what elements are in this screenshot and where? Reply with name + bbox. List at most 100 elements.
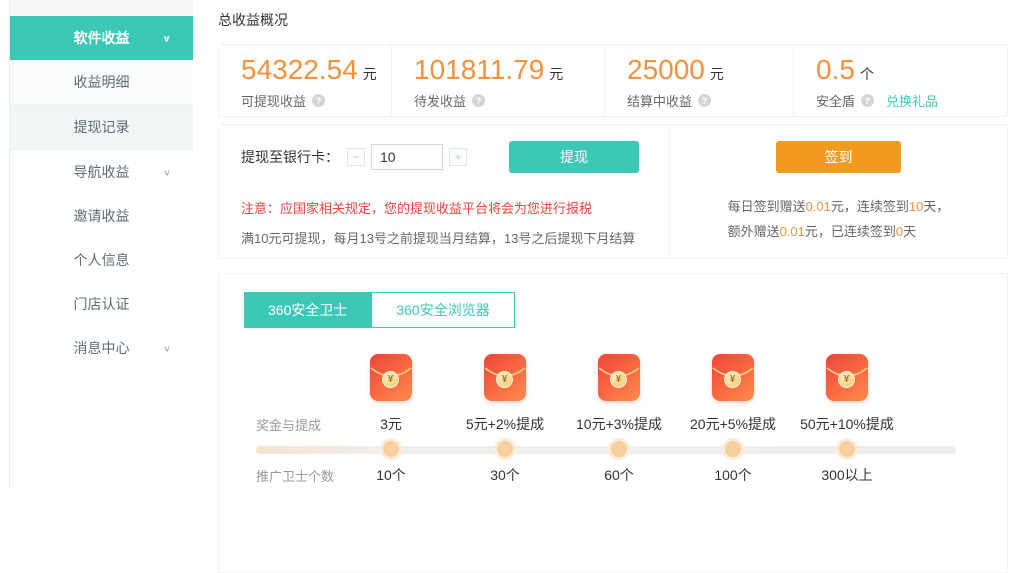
stat-unit: 个 xyxy=(860,66,874,82)
withdraw-label: 提现至银行卡： xyxy=(241,147,339,167)
chevron-down-icon: ∨ xyxy=(163,343,171,353)
sidebar-item-label: 收益明细 xyxy=(74,72,130,92)
bonus-row: 奖金与提成 3元 5元+2%提成 10元+3%提成 20元+5%提成 50元+1… xyxy=(256,414,1007,434)
sidebar-item-software-revenue[interactable]: 软件收益 ∨ xyxy=(10,16,193,60)
sidebar-item-label: 软件收益 xyxy=(74,28,130,48)
stat-value: 0.5 xyxy=(816,54,855,85)
envelope-row: ¥ ¥ ¥ ¥ ¥ xyxy=(256,354,1007,401)
sidebar-item-label: 邀请收益 xyxy=(74,206,130,226)
bonus-value: 5元+2%提成 xyxy=(448,414,562,434)
sidebar-item-revenue-detail[interactable]: 收益明细 xyxy=(10,60,193,105)
count-row: 推广卫士个数 10个 30个 60个 100个 300以上 xyxy=(256,465,1007,485)
help-icon[interactable]: ? xyxy=(312,94,325,107)
decrease-button[interactable]: − xyxy=(347,148,365,166)
signin-rule-line1: 每日签到赠送0.01元，连续签到10天， xyxy=(728,194,950,219)
stat-pending: 101811.79 元 待发收益? xyxy=(391,45,604,116)
milestone-dot-icon xyxy=(383,441,399,457)
bonus-value: 20元+5%提成 xyxy=(676,414,790,434)
stat-security-shield: 0.5 个 安全盾? 兑换礼品 xyxy=(793,45,1007,116)
count-value: 300以上 xyxy=(790,465,904,485)
stat-label: 待发收益 xyxy=(414,91,466,110)
sidebar-item-label: 门店认证 xyxy=(74,294,130,314)
coin-icon: ¥ xyxy=(382,371,399,388)
stat-value: 25000 xyxy=(627,54,705,85)
help-icon[interactable]: ? xyxy=(861,94,874,107)
sidebar-item-navigation-revenue[interactable]: 导航收益 ∨ xyxy=(10,150,193,194)
sidebar-item-personal-info[interactable]: 个人信息 xyxy=(10,238,193,282)
sidebar-item-message-center[interactable]: 消息中心 ∨ xyxy=(10,326,193,370)
tier-envelope: ¥ xyxy=(790,354,904,401)
stat-unit: 元 xyxy=(710,66,724,82)
red-envelope-icon: ¥ xyxy=(598,354,640,401)
tier-envelope: ¥ xyxy=(334,354,448,401)
stat-label: 安全盾 xyxy=(816,91,855,110)
count-value: 10个 xyxy=(334,465,448,485)
sidebar-top-strip xyxy=(10,0,193,16)
milestone-dot-icon xyxy=(611,441,627,457)
promotion-card: 360安全卫士 360安全浏览器 ¥ ¥ ¥ ¥ ¥ 奖金与提成 3元 5元+2… xyxy=(218,273,1008,573)
sidebar-item-label: 导航收益 xyxy=(74,162,130,182)
withdraw-signin-card: 提现至银行卡： − + 提现 注意：应国家相关规定，您的提现收益平台将会为您进行… xyxy=(218,124,1008,259)
sidebar-item-label: 消息中心 xyxy=(74,338,130,358)
bonus-value: 3元 xyxy=(334,414,448,434)
tier-envelope: ¥ xyxy=(448,354,562,401)
sidebar-item-store-certification[interactable]: 门店认证 xyxy=(10,282,193,326)
coin-icon: ¥ xyxy=(496,371,513,388)
red-envelope-icon: ¥ xyxy=(370,354,412,401)
coin-icon: ¥ xyxy=(838,371,855,388)
sidebar-item-label: 提现记录 xyxy=(74,117,130,137)
tax-warning-text: 注意：应国家相关规定，您的提现收益平台将会为您进行报税 xyxy=(241,198,669,217)
chevron-down-icon: ∨ xyxy=(162,33,171,43)
bonus-value: 10元+3%提成 xyxy=(562,414,676,434)
left-gutter xyxy=(0,0,10,489)
signin-section: 签到 每日签到赠送0.01元，连续签到10天， 额外赠送0.01元，已连续签到0… xyxy=(669,125,1007,258)
stat-label: 结算中收益 xyxy=(627,91,692,110)
amount-input[interactable] xyxy=(371,144,443,170)
tab-safeguard[interactable]: 360安全卫士 xyxy=(244,292,371,328)
redeem-gift-link[interactable]: 兑换礼品 xyxy=(886,91,938,110)
page: 软件收益 ∨ 收益明细 提现记录 导航收益 ∨ 邀请收益 个人信息 门店认证 消… xyxy=(0,0,1016,489)
milestone-track-row xyxy=(256,441,1007,459)
coin-icon: ¥ xyxy=(724,371,741,388)
count-value: 30个 xyxy=(448,465,562,485)
tab-browser[interactable]: 360安全浏览器 xyxy=(371,292,514,328)
signin-button[interactable]: 签到 xyxy=(776,141,901,173)
count-value: 100个 xyxy=(676,465,790,485)
product-tabs: 360安全卫士 360安全浏览器 xyxy=(244,292,1007,328)
help-icon[interactable]: ? xyxy=(472,94,485,107)
stat-label: 可提现收益 xyxy=(241,91,306,110)
milestone-dot-icon xyxy=(839,441,855,457)
revenue-stats-card: 54322.54 元 可提现收益? 101811.79 元 待发收益? 25000 元… xyxy=(218,44,1008,117)
count-value: 60个 xyxy=(562,465,676,485)
withdraw-button[interactable]: 提现 xyxy=(509,141,639,173)
main-content: 总收益概况 54322.54 元 可提现收益? 101811.79 元 待发收益? … xyxy=(193,0,1016,489)
withdraw-section: 提现至银行卡： − + 提现 注意：应国家相关规定，您的提现收益平台将会为您进行… xyxy=(219,125,669,258)
stat-value: 54322.54 xyxy=(241,54,358,85)
increase-button[interactable]: + xyxy=(449,148,467,166)
sidebar-item-label: 个人信息 xyxy=(74,250,130,270)
stat-unit: 元 xyxy=(363,66,377,82)
signin-rule-line2: 额外赠送0.01元，已连续签到0天 xyxy=(728,219,950,244)
amount-stepper: − + xyxy=(347,144,467,170)
page-title: 总收益概况 xyxy=(218,10,1008,30)
sidebar-item-invite-revenue[interactable]: 邀请收益 xyxy=(10,194,193,238)
help-icon[interactable]: ? xyxy=(698,94,711,107)
stat-withdrawable: 54322.54 元 可提现收益? xyxy=(219,45,391,116)
red-envelope-icon: ¥ xyxy=(484,354,526,401)
red-envelope-icon: ¥ xyxy=(712,354,754,401)
red-envelope-icon: ¥ xyxy=(826,354,868,401)
stat-unit: 元 xyxy=(549,66,563,82)
stat-settling: 25000 元 结算中收益? xyxy=(604,45,793,116)
count-row-label: 推广卫士个数 xyxy=(256,466,334,485)
sidebar: 软件收益 ∨ 收益明细 提现记录 导航收益 ∨ 邀请收益 个人信息 门店认证 消… xyxy=(10,0,193,489)
coin-icon: ¥ xyxy=(610,371,627,388)
chevron-down-icon: ∨ xyxy=(163,167,171,177)
milestone-dot-icon xyxy=(725,441,741,457)
stat-value: 101811.79 xyxy=(414,54,544,85)
tier-envelope: ¥ xyxy=(676,354,790,401)
milestone-dot-icon xyxy=(497,441,513,457)
withdraw-rules-text: 满10元可提现，每月13号之前提现当月结算，13号之后提现下月结算 xyxy=(241,228,669,247)
signin-rules-text: 每日签到赠送0.01元，连续签到10天， 额外赠送0.01元，已连续签到0天 xyxy=(728,194,950,244)
sidebar-item-withdraw-records[interactable]: 提现记录 xyxy=(10,105,193,150)
tier-envelope: ¥ xyxy=(562,354,676,401)
